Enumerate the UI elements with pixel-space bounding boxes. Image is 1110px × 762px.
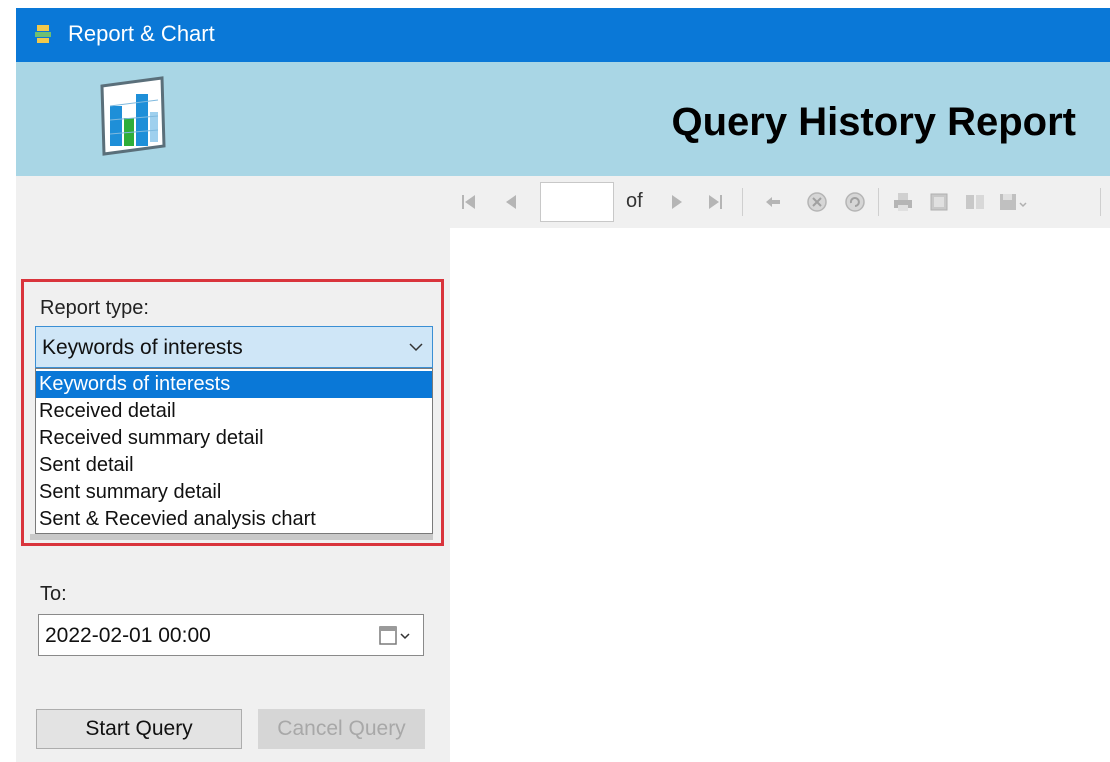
chevron-down-icon (409, 343, 423, 352)
dropdown-option[interactable]: Sent summary detail (36, 479, 432, 506)
dropdown-option[interactable]: Sent & Recevied analysis chart (36, 506, 432, 533)
toolbar-separator (1100, 188, 1101, 216)
save-icon[interactable] (996, 176, 1032, 228)
page-of-label: of (626, 190, 643, 212)
print-icon[interactable] (890, 176, 916, 228)
to-date-value: 2022-02-01 00:00 (45, 624, 211, 647)
dropdown-option[interactable]: Received summary detail (36, 425, 432, 452)
dropdown-underlay (30, 534, 433, 540)
to-date-field[interactable]: 2022-02-01 00:00 (38, 614, 424, 656)
report-type-dropdown-list: Keywords of interests Received detail Re… (35, 368, 433, 534)
chart-logo-icon (100, 76, 166, 156)
calendar-dropdown-icon[interactable] (379, 625, 413, 647)
last-page-icon[interactable] (704, 176, 726, 228)
next-page-icon[interactable] (666, 176, 688, 228)
toolbar-separator (878, 188, 879, 216)
report-toolbar: of (450, 176, 1110, 228)
refresh-icon[interactable] (842, 176, 868, 228)
back-icon[interactable] (762, 176, 784, 228)
layout-icon[interactable] (962, 176, 988, 228)
dropdown-option[interactable]: Sent detail (36, 452, 432, 479)
stop-icon[interactable] (804, 176, 830, 228)
page-setup-icon[interactable] (926, 176, 952, 228)
window-title: Report & Chart (68, 21, 215, 46)
report-viewer (450, 228, 1110, 762)
first-page-icon[interactable] (458, 176, 480, 228)
report-header: Query History Report (16, 62, 1110, 176)
report-type-label: Report type: (40, 297, 149, 319)
page-title: Query History Report (671, 100, 1076, 144)
report-type-selected-value: Keywords of interests (42, 336, 243, 359)
start-query-button[interactable]: Start Query (36, 709, 242, 749)
report-type-select[interactable]: Keywords of interests (35, 326, 433, 368)
to-label: To: (40, 583, 67, 605)
toolbar-separator (742, 188, 743, 216)
dropdown-option[interactable]: Received detail (36, 398, 432, 425)
app-icon (35, 25, 51, 43)
dropdown-option[interactable]: Keywords of interests (36, 371, 432, 398)
page-number-input[interactable] (540, 182, 614, 222)
window-titlebar: Report & Chart (16, 8, 1110, 62)
cancel-query-button[interactable]: Cancel Query (258, 709, 425, 749)
prev-page-icon[interactable] (500, 176, 522, 228)
